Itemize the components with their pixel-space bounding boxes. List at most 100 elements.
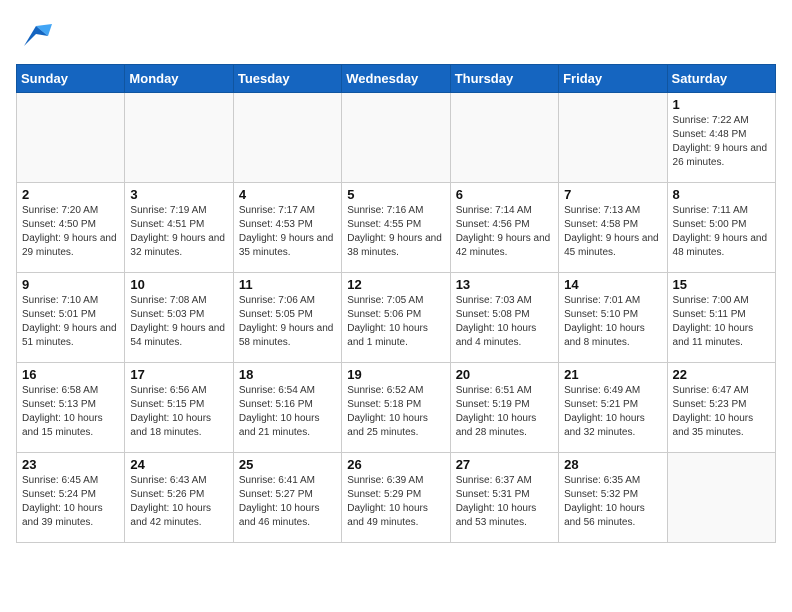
day-number: 7 [564,187,661,202]
day-number: 22 [673,367,770,382]
day-info: Sunrise: 7:13 AM Sunset: 4:58 PM Dayligh… [564,204,661,260]
day-number: 6 [456,187,553,202]
day-number: 28 [564,457,661,472]
col-header-tuesday: Tuesday [233,65,341,93]
day-info: Sunrise: 6:52 AM Sunset: 5:18 PM Dayligh… [347,384,444,440]
day-number: 24 [130,457,227,472]
day-info: Sunrise: 7:22 AM Sunset: 4:48 PM Dayligh… [673,114,770,170]
day-info: Sunrise: 6:35 AM Sunset: 5:32 PM Dayligh… [564,474,661,530]
day-info: Sunrise: 6:39 AM Sunset: 5:29 PM Dayligh… [347,474,444,530]
col-header-wednesday: Wednesday [342,65,450,93]
day-info: Sunrise: 7:00 AM Sunset: 5:11 PM Dayligh… [673,294,770,350]
calendar-cell: 5 Sunrise: 7:16 AM Sunset: 4:55 PM Daylig… [342,183,450,273]
day-info: Sunrise: 7:17 AM Sunset: 4:53 PM Dayligh… [239,204,336,260]
calendar-cell: 9 Sunrise: 7:10 AM Sunset: 5:01 PM Daylig… [17,273,125,363]
calendar-cell: 4 Sunrise: 7:17 AM Sunset: 4:53 PM Daylig… [233,183,341,273]
col-header-thursday: Thursday [450,65,558,93]
day-info: Sunrise: 7:08 AM Sunset: 5:03 PM Dayligh… [130,294,227,350]
calendar-cell [667,453,775,543]
day-info: Sunrise: 7:05 AM Sunset: 5:06 PM Dayligh… [347,294,444,350]
day-number: 26 [347,457,444,472]
calendar-header-row: SundayMondayTuesdayWednesdayThursdayFrid… [17,65,776,93]
day-number: 10 [130,277,227,292]
day-number: 16 [22,367,119,382]
day-number: 19 [347,367,444,382]
calendar-cell: 24 Sunrise: 6:43 AM Sunset: 5:26 PM Dayli… [125,453,233,543]
day-info: Sunrise: 6:37 AM Sunset: 5:31 PM Dayligh… [456,474,553,530]
day-info: Sunrise: 6:54 AM Sunset: 5:16 PM Dayligh… [239,384,336,440]
day-number: 3 [130,187,227,202]
day-number: 13 [456,277,553,292]
week-row-3: 9 Sunrise: 7:10 AM Sunset: 5:01 PM Daylig… [17,273,776,363]
day-number: 14 [564,277,661,292]
calendar-cell [125,93,233,183]
calendar-cell: 28 Sunrise: 6:35 AM Sunset: 5:32 PM Dayli… [559,453,667,543]
day-info: Sunrise: 6:41 AM Sunset: 5:27 PM Dayligh… [239,474,336,530]
week-row-2: 2 Sunrise: 7:20 AM Sunset: 4:50 PM Daylig… [17,183,776,273]
calendar-cell: 10 Sunrise: 7:08 AM Sunset: 5:03 PM Dayli… [125,273,233,363]
day-number: 17 [130,367,227,382]
day-info: Sunrise: 7:16 AM Sunset: 4:55 PM Dayligh… [347,204,444,260]
calendar-cell [559,93,667,183]
col-header-friday: Friday [559,65,667,93]
calendar-cell: 17Sunrise: 6:56 AM Sunset: 5:15 PM Dayli… [125,363,233,453]
week-row-1: 1 Sunrise: 7:22 AM Sunset: 4:48 PM Daylig… [17,93,776,183]
week-row-4: 16Sunrise: 6:58 AM Sunset: 5:13 PM Dayli… [17,363,776,453]
day-number: 1 [673,97,770,112]
calendar-cell: 25 Sunrise: 6:41 AM Sunset: 5:27 PM Dayli… [233,453,341,543]
day-info: Sunrise: 6:43 AM Sunset: 5:26 PM Dayligh… [130,474,227,530]
col-header-monday: Monday [125,65,233,93]
day-info: Sunrise: 7:10 AM Sunset: 5:01 PM Dayligh… [22,294,119,350]
calendar-cell: 2 Sunrise: 7:20 AM Sunset: 4:50 PM Daylig… [17,183,125,273]
calendar-cell: 18 Sunrise: 6:54 AM Sunset: 5:16 PM Dayli… [233,363,341,453]
calendar-cell: 26 Sunrise: 6:39 AM Sunset: 5:29 PM Dayli… [342,453,450,543]
day-info: Sunrise: 6:45 AM Sunset: 5:24 PM Dayligh… [22,474,119,530]
day-number: 21 [564,367,661,382]
calendar-cell: 19 Sunrise: 6:52 AM Sunset: 5:18 PM Dayli… [342,363,450,453]
calendar-cell: 14 Sunrise: 7:01 AM Sunset: 5:10 PM Dayli… [559,273,667,363]
day-info: Sunrise: 7:20 AM Sunset: 4:50 PM Dayligh… [22,204,119,260]
day-number: 23 [22,457,119,472]
logo [16,16,60,56]
day-number: 5 [347,187,444,202]
calendar-cell: 20 Sunrise: 6:51 AM Sunset: 5:19 PM Dayli… [450,363,558,453]
day-info: Sunrise: 6:47 AM Sunset: 5:23 PM Dayligh… [673,384,770,440]
day-number: 2 [22,187,119,202]
calendar-cell: 13 Sunrise: 7:03 AM Sunset: 5:08 PM Dayli… [450,273,558,363]
calendar-table: SundayMondayTuesdayWednesdayThursdayFrid… [16,64,776,543]
day-info: Sunrise: 7:11 AM Sunset: 5:00 PM Dayligh… [673,204,770,260]
day-info: Sunrise: 7:06 AM Sunset: 5:05 PM Dayligh… [239,294,336,350]
calendar-cell: 12Sunrise: 7:05 AM Sunset: 5:06 PM Dayli… [342,273,450,363]
day-number: 27 [456,457,553,472]
day-info: Sunrise: 6:51 AM Sunset: 5:19 PM Dayligh… [456,384,553,440]
calendar-cell: 27 Sunrise: 6:37 AM Sunset: 5:31 PM Dayli… [450,453,558,543]
header [16,16,776,56]
day-number: 11 [239,277,336,292]
calendar-cell: 22 Sunrise: 6:47 AM Sunset: 5:23 PM Dayli… [667,363,775,453]
day-number: 18 [239,367,336,382]
col-header-sunday: Sunday [17,65,125,93]
calendar-cell: 16Sunrise: 6:58 AM Sunset: 5:13 PM Dayli… [17,363,125,453]
calendar-cell [342,93,450,183]
day-number: 15 [673,277,770,292]
day-number: 25 [239,457,336,472]
day-number: 9 [22,277,119,292]
day-info: Sunrise: 7:01 AM Sunset: 5:10 PM Dayligh… [564,294,661,350]
calendar-cell: 23 Sunrise: 6:45 AM Sunset: 5:24 PM Dayli… [17,453,125,543]
day-number: 4 [239,187,336,202]
logo-icon [16,16,56,56]
calendar-cell: 11 Sunrise: 7:06 AM Sunset: 5:05 PM Dayli… [233,273,341,363]
calendar-cell [233,93,341,183]
day-info: Sunrise: 7:14 AM Sunset: 4:56 PM Dayligh… [456,204,553,260]
calendar-cell [450,93,558,183]
day-info: Sunrise: 6:49 AM Sunset: 5:21 PM Dayligh… [564,384,661,440]
day-number: 20 [456,367,553,382]
calendar-cell: 7 Sunrise: 7:13 AM Sunset: 4:58 PM Daylig… [559,183,667,273]
col-header-saturday: Saturday [667,65,775,93]
day-info: Sunrise: 7:19 AM Sunset: 4:51 PM Dayligh… [130,204,227,260]
day-info: Sunrise: 7:03 AM Sunset: 5:08 PM Dayligh… [456,294,553,350]
calendar-cell: 3 Sunrise: 7:19 AM Sunset: 4:51 PM Daylig… [125,183,233,273]
week-row-5: 23 Sunrise: 6:45 AM Sunset: 5:24 PM Dayli… [17,453,776,543]
calendar-cell: 1 Sunrise: 7:22 AM Sunset: 4:48 PM Daylig… [667,93,775,183]
calendar-cell: 21 Sunrise: 6:49 AM Sunset: 5:21 PM Dayli… [559,363,667,453]
